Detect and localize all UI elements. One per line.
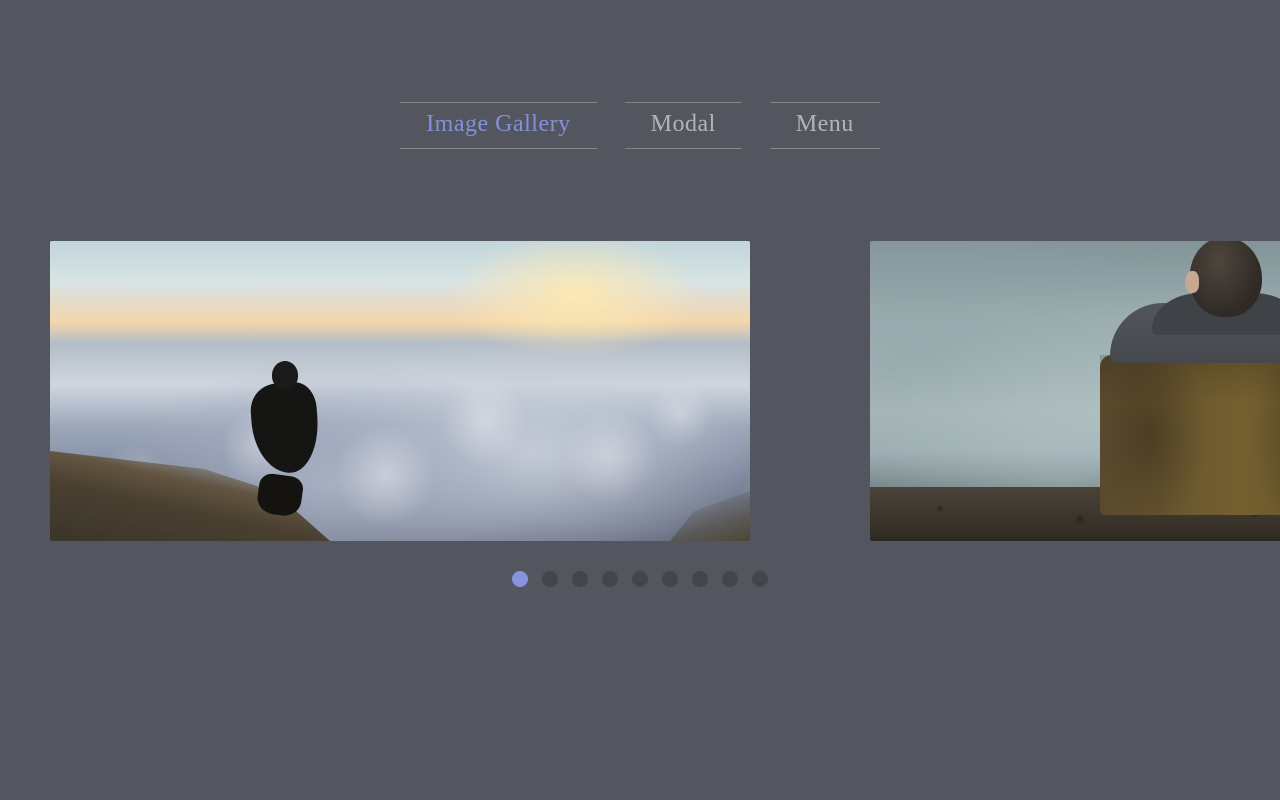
gallery-slide[interactable] [870,241,1280,541]
tab-bar: Image Gallery Modal Menu [0,0,1280,149]
image-gallery [0,241,1280,541]
decorative-shape [1070,241,1280,507]
pager-dot-9[interactable] [752,571,768,587]
decorative-shape [230,361,320,511]
pager-dot-3[interactable] [572,571,588,587]
pager-dot-8[interactable] [722,571,738,587]
pager-dot-2[interactable] [542,571,558,587]
pager-dot-5[interactable] [632,571,648,587]
tab-image-gallery[interactable]: Image Gallery [400,102,596,149]
tab-menu[interactable]: Menu [770,102,880,149]
gallery-pager [0,571,1280,587]
pager-dot-1[interactable] [512,571,528,587]
pager-dot-7[interactable] [692,571,708,587]
pager-dot-4[interactable] [602,571,618,587]
gallery-slide[interactable] [50,241,750,541]
pager-dot-6[interactable] [662,571,678,587]
tab-modal[interactable]: Modal [625,102,742,149]
gallery-track[interactable] [50,241,1280,541]
decorative-shape [670,491,750,541]
